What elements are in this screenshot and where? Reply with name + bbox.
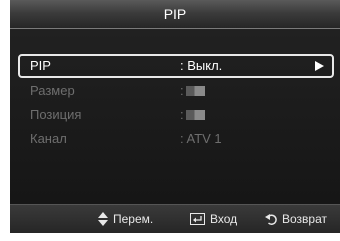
right-arrow-icon [315,61,324,71]
menu-item-value: : ATV 1 [180,131,222,146]
menu-item-channel: Канал : ATV 1 [10,128,340,150]
enter-icon [190,213,205,225]
hint-move-label: Перем. [113,212,154,226]
menu-item-label: Позиция [30,107,82,122]
menu-item-value: : [180,104,205,126]
menu-item-size: Размер : [10,80,340,102]
pip-size-icon [185,86,205,96]
hint-return-label: Возврат [282,212,327,226]
return-icon [265,213,277,225]
pip-menu-panel: PIP PIP : Выкл. Размер : Позиция : Канал… [10,0,340,233]
menu-item-label: Канал [30,131,67,146]
menu-item-position: Позиция : [10,104,340,126]
menu-item-label: PIP [30,58,51,73]
menu-item-label: Размер [30,83,75,98]
menu-item-pip[interactable]: PIP : Выкл. [18,54,334,78]
hint-enter: Вход [190,205,237,233]
hint-move: Перем. [98,205,153,233]
pip-position-icon [185,110,205,120]
pip-menu-list: PIP : Выкл. Размер : Позиция : Канал : A… [10,54,340,152]
menu-title: PIP [10,0,340,29]
hint-bar: Перем. Вход Возврат [10,204,340,233]
up-down-arrow-icon [98,212,108,226]
menu-item-value: : Выкл. [180,58,223,73]
hint-enter-label: Вход [210,212,238,226]
hint-return: Возврат [265,205,327,233]
menu-item-value: : [180,80,205,102]
